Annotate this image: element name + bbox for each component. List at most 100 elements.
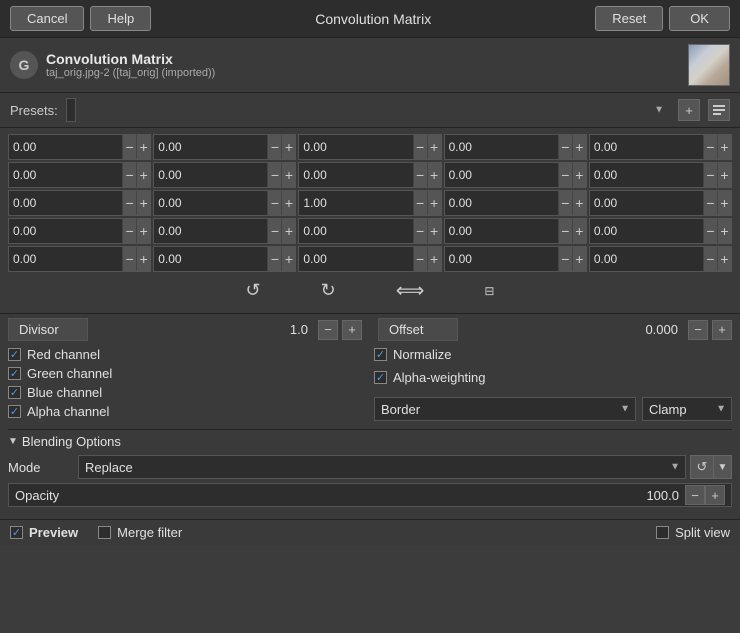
green-channel-row[interactable]: Green channel [8,366,366,381]
matrix-minus-1-1[interactable]: − [267,163,281,187]
blending-header[interactable]: ▼ Blending Options [8,434,732,449]
matrix-minus-4-0[interactable]: − [122,247,136,271]
reset-button[interactable]: Reset [595,6,663,31]
matrix-plus-2-0[interactable]: + [136,191,150,215]
matrix-minus-3-1[interactable]: − [267,219,281,243]
alpha-channel-checkbox[interactable] [8,405,21,418]
matrix-input-1-4[interactable] [590,168,703,182]
matrix-minus-0-2[interactable]: − [413,135,427,159]
matrix-plus-0-2[interactable]: + [427,135,441,159]
matrix-plus-4-4[interactable]: + [717,247,731,271]
matrix-plus-4-0[interactable]: + [136,247,150,271]
alpha-weighting-row[interactable]: Alpha-weighting [374,370,732,385]
split-view-row[interactable]: Split view [656,525,730,540]
matrix-input-1-1[interactable] [154,168,267,182]
divisor-decrease-button[interactable]: − [318,320,338,340]
matrix-minus-2-0[interactable]: − [122,191,136,215]
matrix-input-0-0[interactable] [9,140,122,154]
flip-horizontal-button[interactable]: ⟺ [396,278,425,303]
matrix-minus-2-1[interactable]: − [267,191,281,215]
split-view-checkbox[interactable] [656,526,669,539]
matrix-plus-4-3[interactable]: + [572,247,586,271]
merge-filter-checkbox[interactable] [98,526,111,539]
matrix-input-2-3[interactable] [445,196,558,210]
mode-select[interactable]: Replace Normal Multiply Screen Overlay [78,455,686,479]
matrix-plus-0-3[interactable]: + [572,135,586,159]
matrix-input-4-1[interactable] [154,252,267,266]
presets-select[interactable] [66,98,76,122]
matrix-plus-1-3[interactable]: + [572,163,586,187]
matrix-input-3-2[interactable] [299,224,412,238]
matrix-minus-4-1[interactable]: − [267,247,281,271]
rotate-right-button[interactable]: ↻ [321,280,336,301]
blue-channel-row[interactable]: Blue channel [8,385,366,400]
merge-filter-row[interactable]: Merge filter [98,525,182,540]
matrix-plus-3-1[interactable]: + [281,219,295,243]
matrix-minus-4-3[interactable]: − [558,247,572,271]
matrix-minus-0-4[interactable]: − [703,135,717,159]
matrix-minus-4-4[interactable]: − [703,247,717,271]
matrix-plus-4-1[interactable]: + [281,247,295,271]
matrix-plus-1-1[interactable]: + [281,163,295,187]
matrix-plus-0-0[interactable]: + [136,135,150,159]
matrix-input-1-2[interactable] [299,168,412,182]
matrix-input-4-4[interactable] [590,252,703,266]
matrix-plus-3-3[interactable]: + [572,219,586,243]
rotate-left-button[interactable]: ↺ [246,280,261,301]
matrix-minus-3-2[interactable]: − [413,219,427,243]
border-select[interactable]: Border [374,397,636,421]
matrix-plus-2-1[interactable]: + [281,191,295,215]
offset-increase-button[interactable]: + [712,320,732,340]
blue-channel-checkbox[interactable] [8,386,21,399]
matrix-plus-3-4[interactable]: + [717,219,731,243]
matrix-minus-2-3[interactable]: − [558,191,572,215]
matrix-input-3-4[interactable] [590,224,703,238]
opacity-increase-button[interactable]: + [705,485,725,505]
alpha-weighting-checkbox[interactable] [374,371,387,384]
matrix-plus-1-4[interactable]: + [717,163,731,187]
matrix-plus-1-0[interactable]: + [136,163,150,187]
matrix-input-2-1[interactable] [154,196,267,210]
presets-manage-button[interactable] [708,99,730,121]
matrix-plus-3-2[interactable]: + [427,219,441,243]
matrix-minus-0-1[interactable]: − [267,135,281,159]
green-channel-checkbox[interactable] [8,367,21,380]
matrix-minus-0-0[interactable]: − [122,135,136,159]
matrix-minus-1-3[interactable]: − [558,163,572,187]
divisor-increase-button[interactable]: + [342,320,362,340]
matrix-input-3-3[interactable] [445,224,558,238]
mode-reset-button[interactable]: ↺ [690,455,714,479]
matrix-minus-3-4[interactable]: − [703,219,717,243]
matrix-input-0-2[interactable] [299,140,412,154]
normalize-row[interactable]: Normalize [374,347,732,362]
matrix-input-2-2[interactable] [299,196,412,210]
matrix-plus-2-2[interactable]: + [427,191,441,215]
matrix-minus-1-2[interactable]: − [413,163,427,187]
matrix-input-2-4[interactable] [590,196,703,210]
matrix-input-4-3[interactable] [445,252,558,266]
matrix-input-2-0[interactable] [9,196,122,210]
matrix-plus-1-2[interactable]: + [427,163,441,187]
preview-row[interactable]: Preview [10,525,78,540]
ok-button[interactable]: OK [669,6,730,31]
red-channel-checkbox[interactable] [8,348,21,361]
matrix-plus-3-0[interactable]: + [136,219,150,243]
matrix-minus-4-2[interactable]: − [413,247,427,271]
matrix-minus-2-2[interactable]: − [413,191,427,215]
matrix-plus-0-1[interactable]: + [281,135,295,159]
matrix-minus-1-4[interactable]: − [703,163,717,187]
matrix-input-1-0[interactable] [9,168,122,182]
matrix-input-0-4[interactable] [590,140,703,154]
offset-decrease-button[interactable]: − [688,320,708,340]
matrix-input-4-2[interactable] [299,252,412,266]
matrix-input-1-3[interactable] [445,168,558,182]
mode-dropdown-button[interactable]: ▼ [714,455,732,479]
matrix-minus-3-0[interactable]: − [122,219,136,243]
matrix-minus-3-3[interactable]: − [558,219,572,243]
matrix-input-4-0[interactable] [9,252,122,266]
matrix-input-0-1[interactable] [154,140,267,154]
presets-add-button[interactable]: + [678,99,700,121]
matrix-input-0-3[interactable] [445,140,558,154]
cancel-button[interactable]: Cancel [10,6,84,31]
help-button[interactable]: Help [90,6,151,31]
